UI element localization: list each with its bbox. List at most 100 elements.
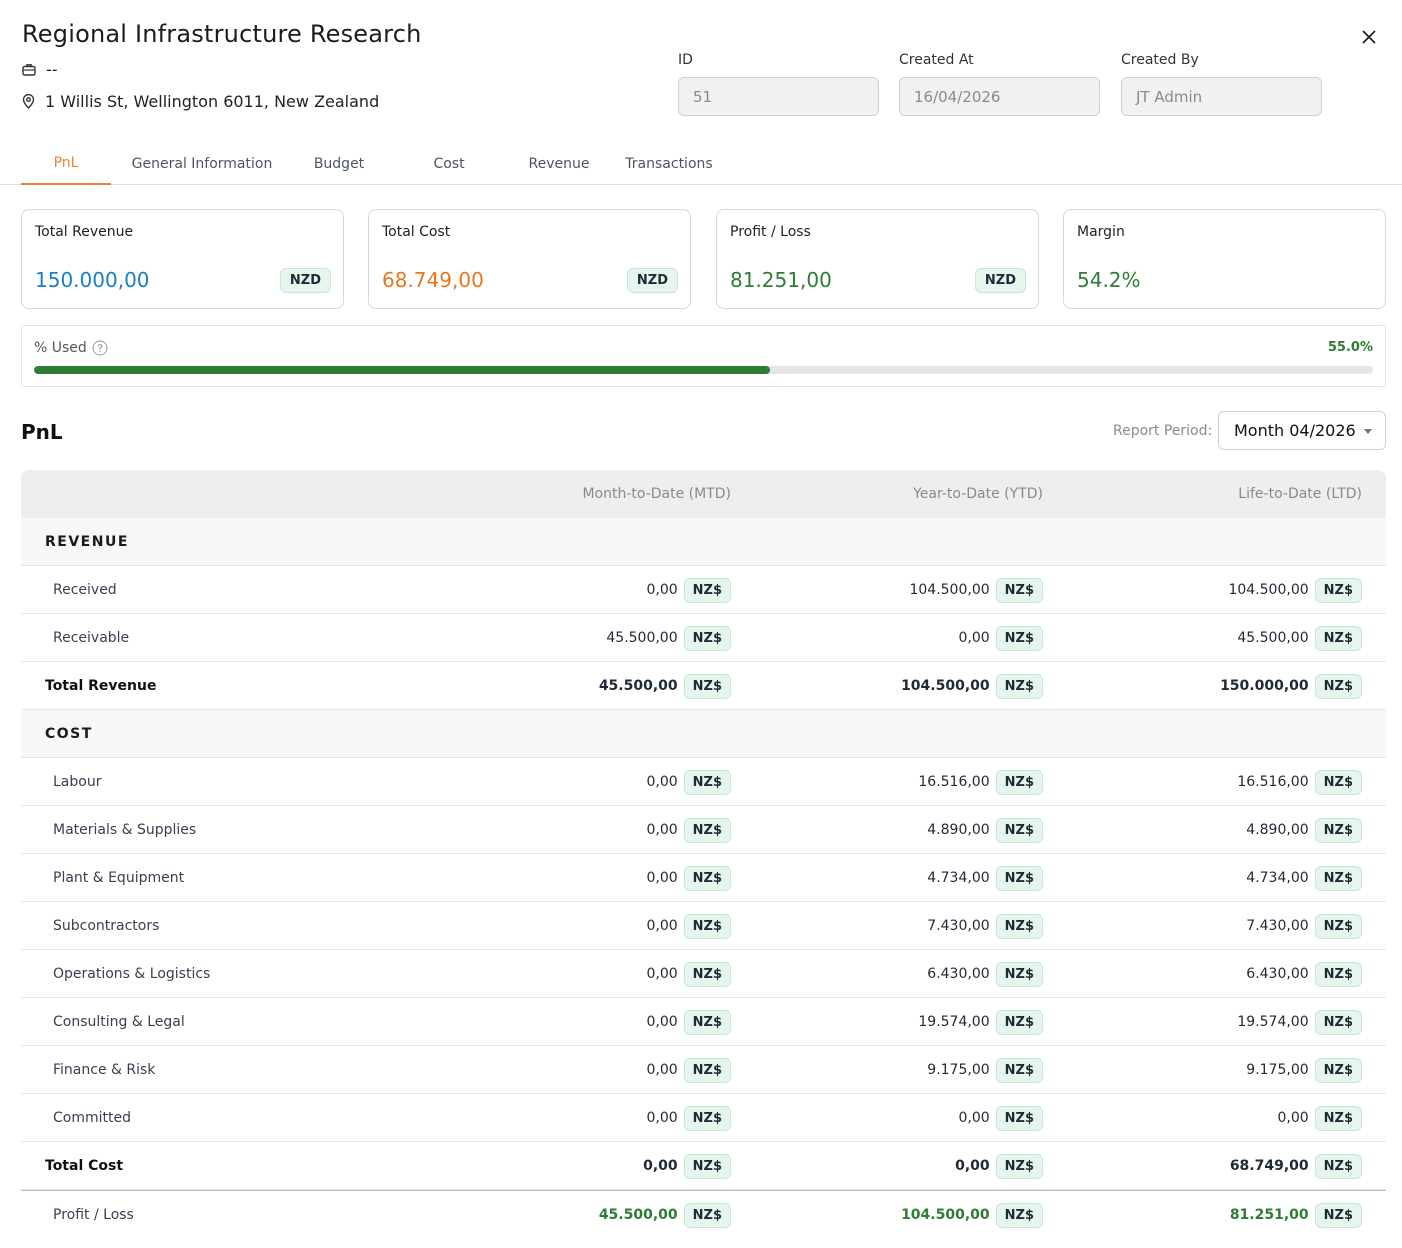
- table-row: Receivable 45.500,00 NZ$ 0,00 NZ$ 45.500,00 NZ…: [21, 614, 1386, 662]
- usage-progress-track: [34, 366, 1373, 374]
- chevron-down-icon: [1364, 429, 1372, 434]
- profit-loss-row: Profit / Loss 45.500,00 NZ$ 104.500,00 NZ$ 81…: [21, 1190, 1386, 1238]
- tab-pnl[interactable]: PnL: [21, 142, 111, 185]
- address-line: 1 Willis St, Wellington 6011, New Zealan…: [22, 92, 379, 111]
- ltd-value: 9.175,00: [1246, 1062, 1309, 1078]
- card-label: Total Revenue: [35, 224, 134, 240]
- ltd-value: 16.516,00: [1237, 774, 1309, 790]
- card-label: Profit / Loss: [730, 224, 811, 240]
- card-label: Total Cost: [382, 224, 451, 240]
- ltd-cell: 6.430,00 NZ$: [21, 950, 1362, 998]
- usage-label-wrap: % Used: [34, 340, 108, 356]
- ltd-value: 81.251,00: [1229, 1207, 1309, 1223]
- card-label: Margin: [1077, 224, 1125, 240]
- address-value: 1 Willis St, Wellington 6011, New Zealan…: [45, 92, 380, 111]
- id-field: ID 51: [678, 52, 879, 116]
- pnl-table: Month-to-Date (MTD) Year-to-Date (YTD) L…: [21, 470, 1386, 1238]
- pnl-section-title: PnL: [21, 420, 63, 444]
- profit-loss-card: Profit / Loss 81.251,00 NZD: [716, 209, 1039, 309]
- ltd-value: 0,00: [1277, 1110, 1309, 1126]
- tab-budget[interactable]: Budget: [294, 142, 384, 185]
- currency-badge: NZ$: [1314, 1105, 1362, 1131]
- created-at-label: Created At: [899, 52, 974, 68]
- usage-label: % Used: [34, 340, 87, 356]
- row-label: REVENUE: [45, 534, 129, 550]
- currency-badge: NZ$: [1314, 913, 1362, 939]
- tab-cost[interactable]: Cost: [404, 142, 494, 185]
- report-period-label: Report Period:: [1113, 423, 1213, 439]
- currency-badge: NZ$: [1314, 769, 1362, 795]
- help-circle-icon[interactable]: [92, 340, 108, 356]
- usage-progress-fill: [34, 366, 771, 374]
- ltd-cell: 104.500,00 NZ$: [21, 566, 1362, 614]
- created-at-field: Created At 16/04/2026: [899, 52, 1100, 116]
- table-header: Month-to-Date (MTD) Year-to-Date (YTD) L…: [21, 470, 1386, 518]
- currency-badge: NZ$: [1314, 865, 1362, 891]
- currency-badge: NZ$: [1314, 961, 1362, 987]
- created-by-input[interactable]: JT Admin: [1121, 77, 1322, 116]
- tab-revenue[interactable]: Revenue: [514, 142, 604, 185]
- ltd-cell: 7.430,00 NZ$: [21, 902, 1362, 950]
- section-row: COST: [21, 710, 1386, 758]
- table-row: Labour 0,00 NZ$ 16.516,00 NZ$ 16.516,00 NZ$: [21, 758, 1386, 806]
- total-row: Total Cost 0,00 NZ$ 0,00 NZ$ 68.749,00 NZ$: [21, 1142, 1386, 1190]
- created-by-field: Created By JT Admin: [1121, 52, 1322, 116]
- table-row: Consulting & Legal 0,00 NZ$ 19.574,00 NZ$ 19.…: [21, 998, 1386, 1046]
- created-at-input[interactable]: 16/04/2026: [899, 77, 1100, 116]
- currency-badge: NZ$: [1314, 625, 1362, 651]
- ltd-value: 45.500,00: [1237, 630, 1309, 646]
- ltd-cell: 68.749,00 NZ$: [21, 1142, 1362, 1190]
- currency-badge: NZ$: [1314, 817, 1362, 843]
- currency-badge: NZ$: [1314, 1153, 1362, 1179]
- margin-card: Margin 54.2%: [1063, 209, 1386, 309]
- row-label: COST: [45, 726, 93, 742]
- table-row: Received 0,00 NZ$ 104.500,00 NZ$ 104.500,00 NZ…: [21, 566, 1386, 614]
- created-by-label: Created By: [1121, 52, 1199, 68]
- total-cost-card: Total Cost 68.749,00 NZD: [368, 209, 691, 309]
- currency-badge: NZD: [626, 268, 678, 293]
- report-period-select[interactable]: Month 04/2026: [1218, 411, 1386, 450]
- tab-transactions[interactable]: Transactions: [614, 142, 724, 185]
- card-value: 68.749,00: [382, 268, 484, 292]
- currency-badge: NZ$: [1314, 577, 1362, 603]
- table-row: Subcontractors 0,00 NZ$ 7.430,00 NZ$ 7.430,00…: [21, 902, 1386, 950]
- briefcase-icon: [22, 64, 36, 76]
- currency-badge: NZ$: [1314, 1057, 1362, 1083]
- section-row: REVENUE: [21, 518, 1386, 566]
- table-row: Operations & Logistics 0,00 NZ$ 6.430,00 NZ$…: [21, 950, 1386, 998]
- ltd-value: 7.430,00: [1246, 918, 1309, 934]
- ltd-value: 6.430,00: [1246, 966, 1309, 982]
- ltd-cell: 81.251,00 NZ$: [21, 1191, 1362, 1239]
- table-row: Plant & Equipment 0,00 NZ$ 4.734,00 NZ$ 4.734…: [21, 854, 1386, 902]
- client-line: --: [22, 60, 58, 79]
- usage-percent: 55.0%: [1327, 340, 1373, 355]
- close-button[interactable]: [1358, 26, 1380, 48]
- total-revenue-card: Total Revenue 150.000,00 NZD: [21, 209, 344, 309]
- table-row: Committed 0,00 NZ$ 0,00 NZ$ 0,00 NZ$: [21, 1094, 1386, 1142]
- ltd-cell: 45.500,00 NZ$: [21, 614, 1362, 662]
- close-icon: [1362, 30, 1376, 44]
- map-pin-icon: [22, 94, 35, 109]
- ltd-cell: 0,00 NZ$: [21, 1094, 1362, 1142]
- currency-badge: NZ$: [1314, 1009, 1362, 1035]
- report-period-value: Month 04/2026: [1234, 421, 1356, 440]
- card-value: 54.2%: [1077, 268, 1141, 292]
- id-label: ID: [678, 52, 693, 68]
- currency-badge: NZD: [279, 268, 331, 293]
- tab-general-information[interactable]: General Information: [122, 142, 282, 185]
- ltd-cell: 4.890,00 NZ$: [21, 806, 1362, 854]
- ltd-cell: 16.516,00 NZ$: [21, 758, 1362, 806]
- card-value: 81.251,00: [730, 268, 832, 292]
- ltd-cell: 150.000,00 NZ$: [21, 662, 1362, 710]
- card-value: 150.000,00: [35, 268, 150, 292]
- table-body: REVENUE Received 0,00 NZ$ 104.500,00 NZ$ 104.5…: [21, 518, 1386, 1238]
- ltd-cell: 19.574,00 NZ$: [21, 998, 1362, 1046]
- total-row: Total Revenue 45.500,00 NZ$ 104.500,00 NZ$ 15…: [21, 662, 1386, 710]
- currency-badge: NZD: [974, 268, 1026, 293]
- currency-badge: NZ$: [1314, 673, 1362, 699]
- id-input[interactable]: 51: [678, 77, 879, 116]
- table-row: Finance & Risk 0,00 NZ$ 9.175,00 NZ$ 9.175,00…: [21, 1046, 1386, 1094]
- ltd-value: 4.890,00: [1246, 822, 1309, 838]
- tab-bar: PnL General Information Budget Cost Reve…: [0, 142, 1402, 185]
- usage-panel: % Used 55.0%: [21, 325, 1386, 387]
